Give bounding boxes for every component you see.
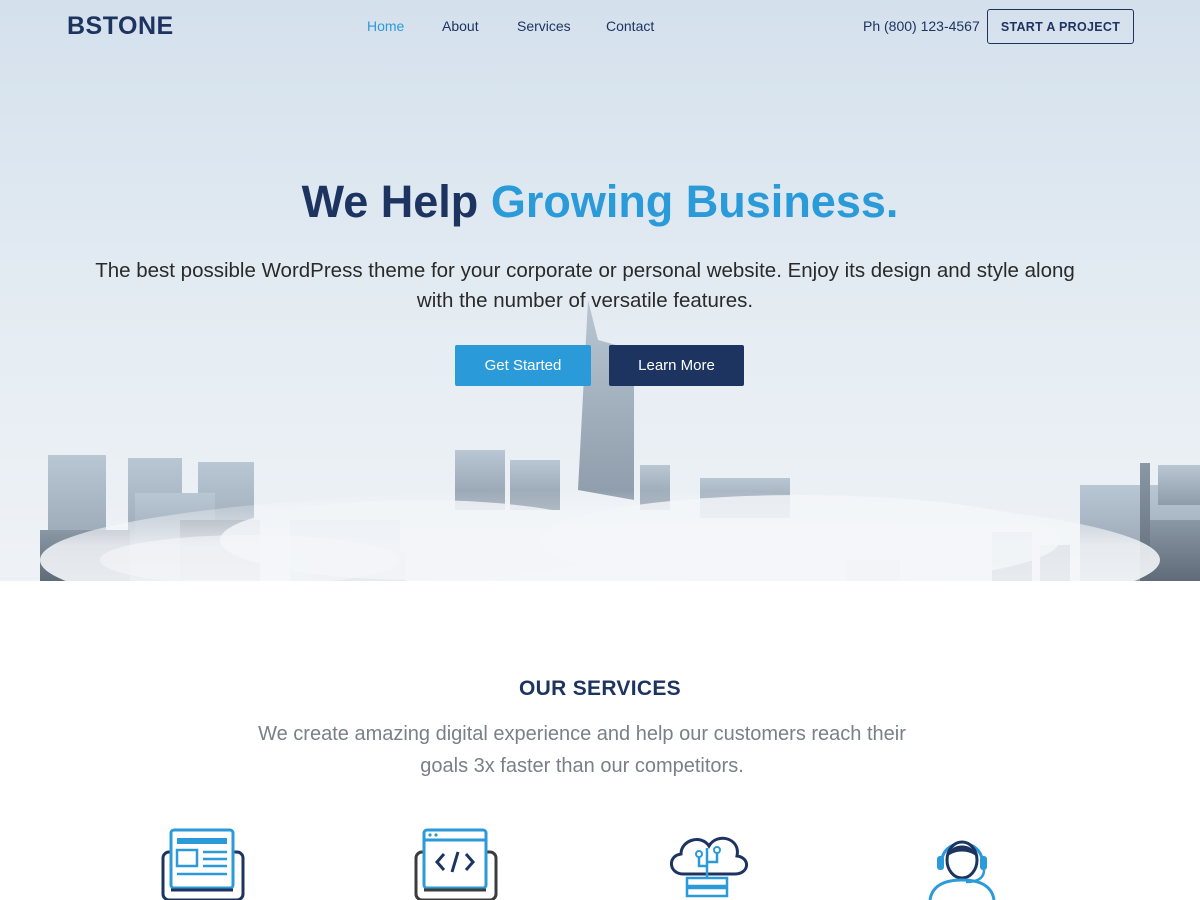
site-header: BSTONE Home About Services Contact Ph (8… [0, 0, 1200, 54]
hero-title: We Help Growing Business. [0, 176, 1200, 228]
phone-number: Ph (800) 123-4567 [863, 18, 980, 34]
site-logo[interactable]: BSTONE [67, 12, 174, 41]
services-subtitle: We create amazing digital experience and… [258, 723, 906, 777]
web-design-icon [161, 828, 245, 900]
nav-item-home[interactable]: Home [367, 18, 404, 34]
customer-support-icon [928, 840, 996, 900]
get-started-button[interactable]: Get Started [455, 345, 591, 386]
web-development-icon [414, 828, 498, 900]
hero-title-main: We Help [301, 176, 491, 227]
learn-more-button[interactable]: Learn More [609, 345, 744, 386]
nav-item-contact[interactable]: Contact [606, 18, 654, 34]
start-project-button[interactable]: START A PROJECT [987, 9, 1134, 44]
hero-title-accent: Growing Business. [490, 176, 899, 227]
hero-section: BSTONE Home About Services Contact Ph (8… [0, 0, 1200, 581]
hero-subtitle: The best possible WordPress theme for yo… [95, 259, 1075, 312]
nav-item-services[interactable]: Services [517, 18, 571, 34]
nav-item-about[interactable]: About [442, 18, 479, 34]
services-title: OUR SERVICES [519, 677, 681, 700]
cloud-network-icon [670, 836, 748, 898]
